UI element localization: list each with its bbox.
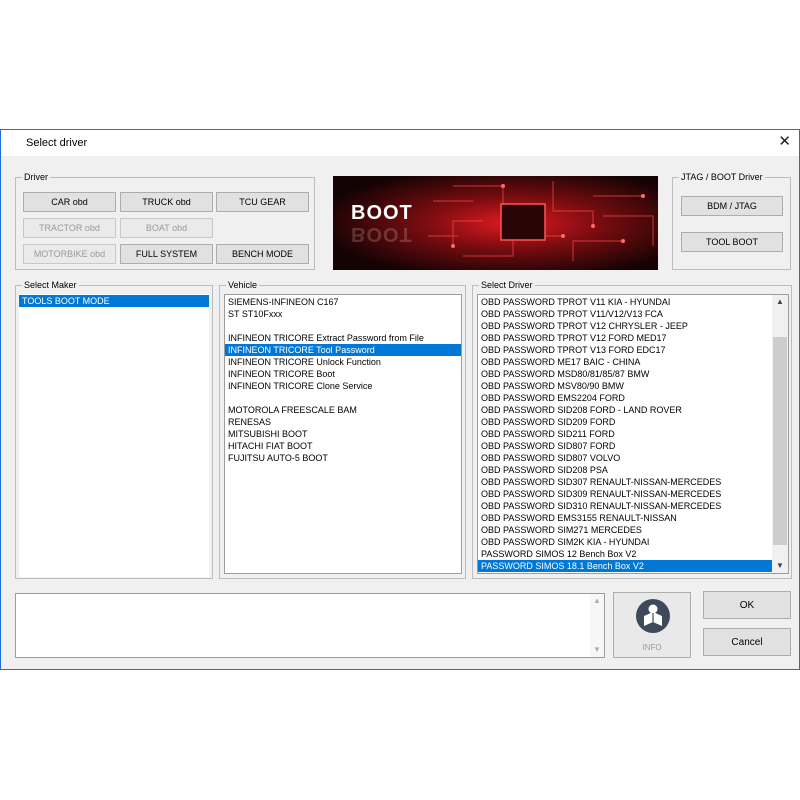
driver-list-item[interactable]: OBD PASSWORD MSD80/81/85/87 BMW (478, 368, 772, 380)
driver-list-item[interactable]: OBD PASSWORD TPROT V11 KIA - HYUNDAI (478, 296, 772, 308)
driver-list-item[interactable]: OBD PASSWORD SIM271 MERCEDES (478, 524, 772, 536)
info-button[interactable]: INFO (613, 592, 691, 658)
driver-list-item[interactable]: OBD PASSWORD TPROT V12 CHRYSLER - JEEP (478, 320, 772, 332)
select-maker-label: Select Maker (22, 279, 79, 291)
vehicle-list-item[interactable]: INFINEON TRICORE Clone Service (225, 380, 461, 392)
select-maker-group: Select Maker TOOLS BOOT MODE (15, 279, 213, 579)
vehicle-group: Vehicle SIEMENS-INFINEON C167 ST ST10Fxxx… (219, 279, 466, 579)
maker-list-item[interactable]: TOOLS BOOT MODE (19, 295, 209, 307)
close-icon[interactable]: ✕ (778, 134, 791, 150)
cancel-button[interactable]: Cancel (703, 628, 791, 656)
select-driver-dialog: Select driver ✕ Driver CAR obd TRUCK obd… (0, 129, 800, 670)
driver-list-item[interactable]: OBD PASSWORD EMS2204 FORD (478, 392, 772, 404)
select-driver-label: Select Driver (479, 279, 535, 291)
desc-scroll-down-icon[interactable]: ▼ (590, 643, 604, 657)
bench-mode-button[interactable]: BENCH MODE (216, 244, 309, 264)
tractor-obd-button[interactable]: TRACTOR obd (23, 218, 116, 238)
vehicle-list-item (225, 320, 461, 332)
driver-list-item[interactable]: OBD PASSWORD SID309 RENAULT-NISSAN-MERCE… (478, 488, 772, 500)
driver-list-item[interactable]: OBD PASSWORD ME17 BAIC - CHINA (478, 356, 772, 368)
tcu-gear-button[interactable]: TCU GEAR (216, 192, 309, 212)
vehicle-list-item[interactable]: ST ST10Fxxx (225, 308, 461, 320)
description-textarea[interactable]: ▲ ▼ (15, 593, 605, 658)
reader-book-icon (636, 599, 670, 633)
vehicle-list-item[interactable]: INFINEON TRICORE Boot (225, 368, 461, 380)
vehicle-label: Vehicle (226, 279, 260, 291)
vehicle-list-item[interactable]: INFINEON TRICORE Unlock Function (225, 356, 461, 368)
maker-list[interactable]: TOOLS BOOT MODE (19, 294, 209, 577)
driver-list-item[interactable]: OBD PASSWORD TPROT V13 FORD EDC17 (478, 344, 772, 356)
bdm-jtag-button[interactable]: BDM / JTAG (681, 196, 783, 216)
driver-list-item[interactable]: OBD PASSWORD SID208 FORD - LAND ROVER (478, 404, 772, 416)
driver-list-item[interactable]: PASSWORD SIMOS 12 Bench Box V2 (478, 548, 772, 560)
driver-list-item[interactable]: OBD PASSWORD EMS3155 RENAULT-NISSAN (478, 512, 772, 524)
vehicle-list-item[interactable]: FUJITSU AUTO-5 BOOT (225, 452, 461, 464)
window-title: Select driver (26, 137, 88, 149)
vehicle-list[interactable]: SIEMENS-INFINEON C167 ST ST10Fxxx INFINEON… (224, 294, 462, 574)
driver-list-item[interactable]: OBD PASSWORD TPROT V11/V12/V13 FCA (478, 308, 772, 320)
driver-list-item[interactable]: OBD PASSWORD TPROT V12 FORD MED17 (478, 332, 772, 344)
driver-list-item[interactable]: OBD PASSWORD SID307 RENAULT-NISSAN-MERCE… (478, 476, 772, 488)
driver-list[interactable]: OBD PASSWORD TPROT V11 KIA - HYUNDAI OBD … (477, 294, 789, 574)
vehicle-list-item[interactable]: SIEMENS-INFINEON C167 (225, 296, 461, 308)
tool-boot-button[interactable]: TOOL BOOT (681, 232, 783, 252)
vehicle-list-item[interactable]: RENESAS (225, 416, 461, 428)
jtag-group-label: JTAG / BOOT Driver (679, 171, 765, 183)
info-button-label: INFO (642, 643, 662, 652)
driver-list-item[interactable]: OBD PASSWORD MSV80/90 BMW (478, 380, 772, 392)
description-scrollbar[interactable]: ▲ ▼ (590, 594, 604, 657)
boot-banner-image: BOOT BOOT (333, 176, 658, 270)
driver-group-label: Driver (22, 171, 50, 183)
vehicle-list-item[interactable]: MOTOROLA FREESCALE BAM (225, 404, 461, 416)
driver-list-item[interactable]: OBD PASSWORD SID208 PSA (478, 464, 772, 476)
driver-list-item[interactable]: PASSWORD SIMOS 18.1 Bench Box V2 (478, 560, 772, 572)
driver-group: Driver CAR obd TRUCK obd TCU GEAR TRACTO… (15, 171, 315, 270)
vehicle-list-item[interactable]: INFINEON TRICORE Tool Password (225, 344, 461, 356)
driver-list-item[interactable]: OBD PASSWORD SID807 FORD (478, 440, 772, 452)
vehicle-list-item[interactable]: INFINEON TRICORE Extract Password from F… (225, 332, 461, 344)
title-bar: Select driver ✕ (1, 130, 799, 156)
select-driver-group: Select Driver OBD PASSWORD TPROT V11 KIA… (472, 279, 792, 579)
driver-list-scrollbar[interactable]: ▲ ▼ (772, 295, 788, 573)
boot-banner-reflection: BOOT (351, 223, 413, 245)
vehicle-list-item (225, 392, 461, 404)
car-obd-button[interactable]: CAR obd (23, 192, 116, 212)
driver-list-item[interactable]: OBD PASSWORD SID211 FORD (478, 428, 772, 440)
scroll-thumb[interactable] (773, 337, 787, 545)
truck-obd-button[interactable]: TRUCK obd (120, 192, 213, 212)
desc-scroll-up-icon[interactable]: ▲ (590, 594, 604, 608)
ok-button[interactable]: OK (703, 591, 791, 619)
vehicle-list-item[interactable]: MITSUBISHI BOOT (225, 428, 461, 440)
boat-obd-button[interactable]: BOAT obd (120, 218, 213, 238)
vehicle-list-item[interactable]: HITACHI FIAT BOOT (225, 440, 461, 452)
full-system-button[interactable]: FULL SYSTEM (120, 244, 213, 264)
jtag-boot-group: JTAG / BOOT Driver BDM / JTAG TOOL BOOT (672, 171, 791, 270)
scroll-down-icon[interactable]: ▼ (772, 559, 788, 573)
driver-list-item[interactable]: OBD PASSWORD SIM2K KIA - HYUNDAI (478, 536, 772, 548)
driver-list-item[interactable]: OBD PASSWORD SID209 FORD (478, 416, 772, 428)
driver-list-item[interactable]: OBD PASSWORD SID807 VOLVO (478, 452, 772, 464)
motorbike-obd-button[interactable]: MOTORBIKE obd (23, 244, 116, 264)
scroll-up-icon[interactable]: ▲ (772, 295, 788, 309)
driver-list-item[interactable]: OBD PASSWORD SID310 RENAULT-NISSAN-MERCE… (478, 500, 772, 512)
